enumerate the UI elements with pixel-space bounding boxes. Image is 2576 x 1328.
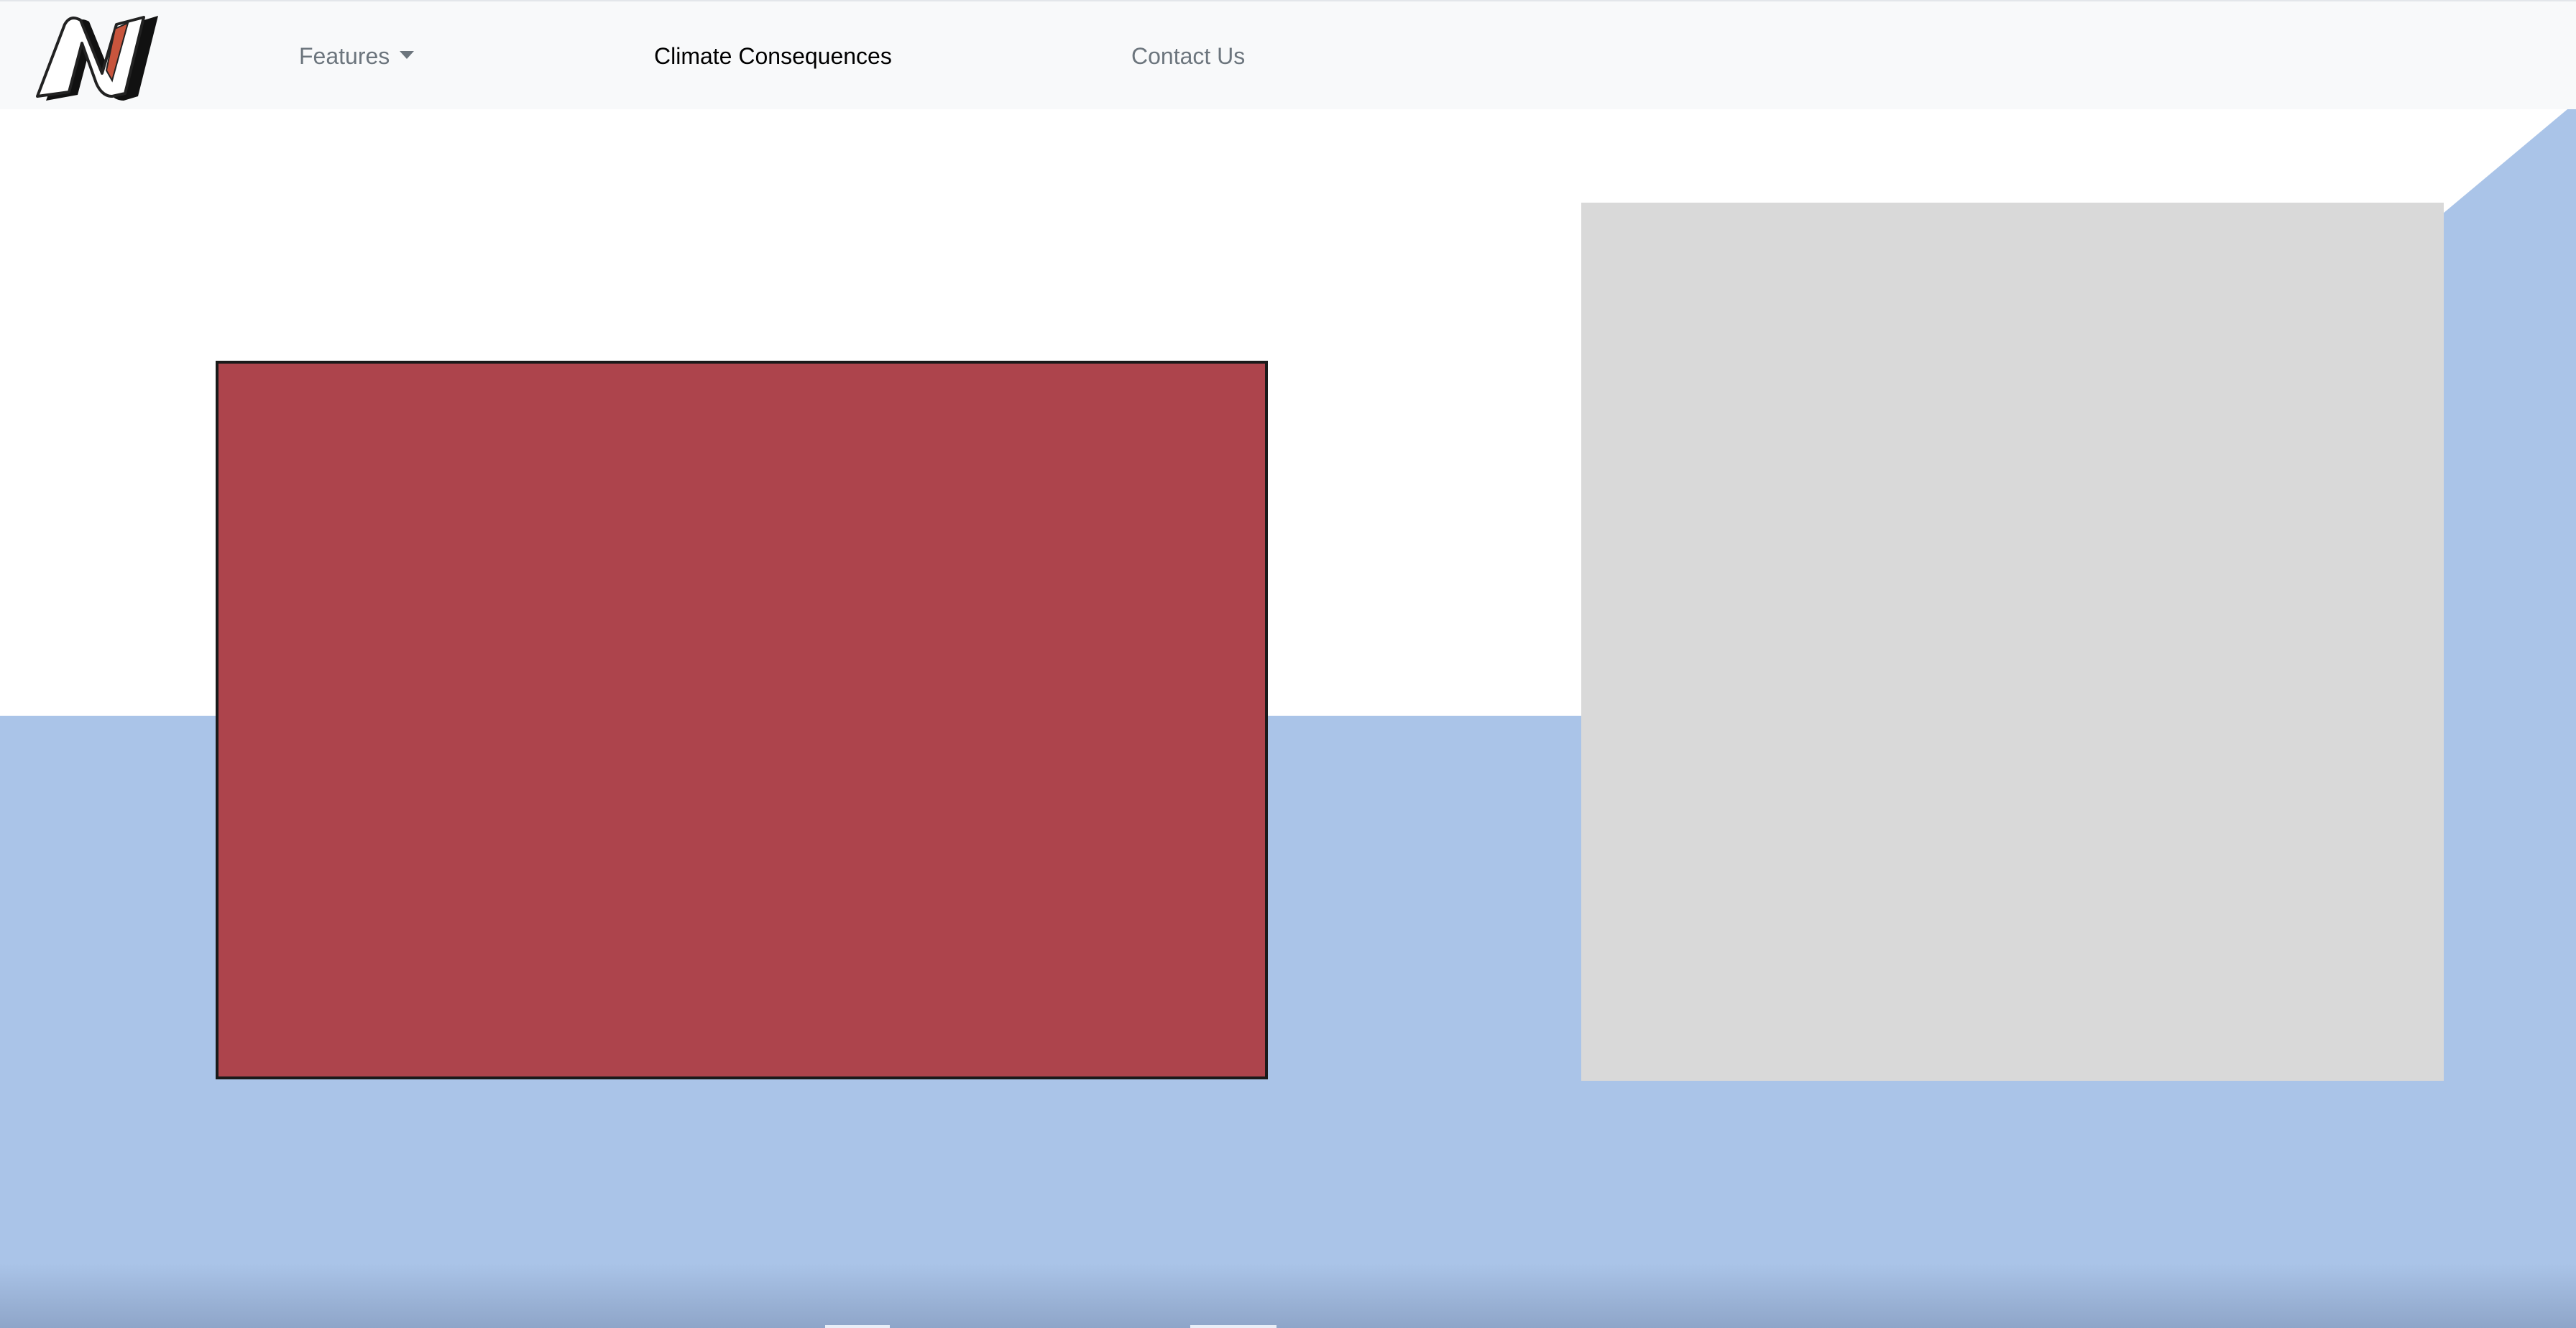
red-content-panel — [216, 361, 1268, 1079]
nav-features-dropdown[interactable]: Features — [299, 1, 415, 111]
brand-logo-link[interactable] — [32, 9, 172, 105]
cutoff-mark — [825, 1325, 890, 1328]
cutoff-mark — [1190, 1325, 1276, 1328]
gray-image-placeholder — [1581, 203, 2444, 1081]
brand-n-logo-icon — [36, 16, 158, 101]
nav-contact-us-link[interactable]: Contact Us — [1131, 1, 1245, 111]
nav-climate-consequences-link[interactable]: Climate Consequences — [654, 1, 892, 111]
top-navbar: Features Climate Consequences Contact Us — [0, 0, 2576, 109]
bottom-shadow — [0, 1263, 2576, 1328]
nav-features-label: Features — [299, 43, 390, 69]
page: Features Climate Consequences Contact Us — [0, 0, 2576, 1328]
caret-down-icon — [400, 51, 415, 60]
bottom-cutoff-elements — [0, 1324, 2576, 1328]
